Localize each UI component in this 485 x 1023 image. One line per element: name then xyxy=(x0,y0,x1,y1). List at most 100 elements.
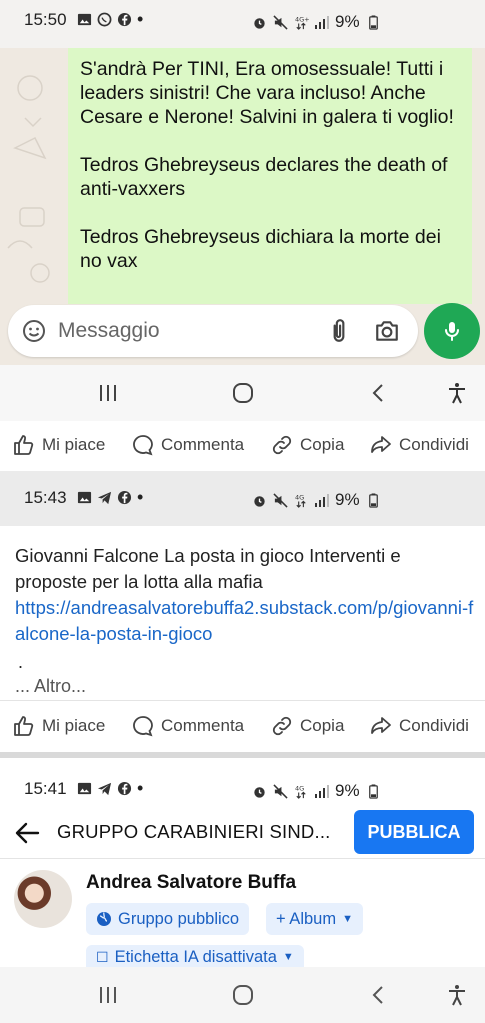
post-link[interactable]: https://andreasalvatorebuffa2.substack.c… xyxy=(15,595,475,647)
facebook-icon xyxy=(117,490,132,505)
label-icon: ☐ xyxy=(96,948,109,965)
status-bar-3: 15:41 • 4G 9% xyxy=(0,758,485,806)
comment-button[interactable]: Commenta xyxy=(131,714,244,738)
battery-icon xyxy=(368,14,378,30)
battery-icon xyxy=(368,492,378,508)
accessibility-icon xyxy=(449,383,465,404)
battery-icon xyxy=(368,783,378,799)
facebook-icon xyxy=(117,12,132,27)
svg-text:4G: 4G xyxy=(295,493,304,501)
divider xyxy=(0,700,485,701)
message-bubble[interactable]: S'andrà Per TINI, Era omosessuale! Tutti… xyxy=(68,48,472,304)
accessibility-button[interactable] xyxy=(445,381,469,405)
home-button[interactable] xyxy=(231,983,255,1007)
battery-level: 9% xyxy=(335,490,360,509)
mute-icon xyxy=(273,783,288,799)
back-button[interactable] xyxy=(367,983,391,1007)
system-icons: 4G+ 9% xyxy=(252,12,381,32)
caret-down-icon: ▼ xyxy=(282,951,294,963)
link-icon xyxy=(272,435,292,455)
gallery-icon xyxy=(77,13,92,26)
comment-button[interactable]: Commenta xyxy=(131,433,244,457)
back-icon xyxy=(372,986,383,1004)
caret-down-icon: ▼ xyxy=(342,913,353,925)
alarm-icon xyxy=(254,495,265,507)
svg-text:4G+: 4G+ xyxy=(295,15,309,23)
avatar xyxy=(14,870,72,928)
voice-message-button[interactable] xyxy=(424,303,480,359)
post-actions-row-2: Mi piace Commenta Copia Condividi xyxy=(0,702,485,752)
signal-icon xyxy=(315,493,329,507)
whatsapp-screen: 15:50 • 4G+ 9% S'andrà Per TINI, Era omo… xyxy=(0,0,485,365)
facebook-icon xyxy=(117,781,132,796)
gallery-icon xyxy=(77,782,92,795)
like-button[interactable]: Mi piace xyxy=(12,433,105,457)
notification-icons: • xyxy=(77,10,143,28)
thumbs-up-icon xyxy=(14,435,34,455)
audience-label: Gruppo pubblico xyxy=(118,909,240,928)
recent-apps-icon xyxy=(100,987,116,1003)
gallery-icon xyxy=(77,491,92,504)
status-time-2: 15:43 xyxy=(24,488,67,507)
album-label: + Album xyxy=(276,909,337,928)
divider xyxy=(0,858,485,859)
message-composer xyxy=(8,305,418,357)
recent-apps-button[interactable] xyxy=(96,381,120,405)
copy-link-button[interactable]: Copia xyxy=(270,714,344,738)
back-button[interactable] xyxy=(367,381,391,405)
author-name: Andrea Salvatore Buffa xyxy=(86,872,297,893)
like-label: Mi piace xyxy=(42,435,106,454)
message-input[interactable] xyxy=(58,315,278,347)
post-actions-row: Mi piace Commenta Copia Condividi xyxy=(0,421,485,471)
post-dot: . xyxy=(18,652,24,672)
share-button[interactable]: Condividi xyxy=(369,433,469,457)
network-4g-icon: 4G xyxy=(295,493,306,508)
back-arrow-icon[interactable] xyxy=(14,820,40,846)
create-post-header: GRUPPO CARABINIERI SIND... PUBBLICA xyxy=(0,806,485,858)
see-more-link[interactable]: ... Altro... xyxy=(15,676,86,697)
battery-level: 9% xyxy=(335,781,360,800)
alarm-icon xyxy=(254,786,265,798)
group-title: GRUPPO CARABINIERI SIND... xyxy=(57,821,331,842)
alarm-icon xyxy=(254,17,265,29)
more-notifications-dot: • xyxy=(137,778,144,798)
system-icons-3: 4G 9% xyxy=(252,781,381,801)
comment-label: Commenta xyxy=(161,716,245,735)
comment-icon xyxy=(133,435,153,456)
home-icon xyxy=(233,985,253,1005)
battery-level: 9% xyxy=(335,12,360,31)
mute-icon xyxy=(273,492,288,508)
share-button[interactable]: Condividi xyxy=(369,714,469,738)
comment-icon xyxy=(133,716,153,737)
ai-label-selector[interactable]: ☐ Etichetta IA disattivata ▼ xyxy=(86,945,304,969)
globe-icon xyxy=(97,912,111,926)
accessibility-icon xyxy=(449,985,465,1006)
status-time-3: 15:41 xyxy=(24,779,67,798)
accessibility-button[interactable] xyxy=(445,983,469,1007)
telegram-icon xyxy=(97,491,112,505)
publish-button[interactable]: PUBBLICA xyxy=(354,810,474,854)
share-icon xyxy=(371,436,391,453)
mute-icon xyxy=(273,14,288,30)
signal-icon xyxy=(315,15,329,29)
home-icon xyxy=(233,383,253,403)
copy-link-button[interactable]: Copia xyxy=(270,433,344,457)
audience-selector[interactable]: Gruppo pubblico xyxy=(86,903,250,935)
share-label: Condividi xyxy=(399,716,469,735)
emoji-icon[interactable] xyxy=(22,319,46,343)
recent-apps-icon xyxy=(100,385,116,401)
system-navigation-bar-2 xyxy=(0,967,485,1023)
post-text: Giovanni Falcone La posta in gioco Inter… xyxy=(15,545,401,592)
attach-icon[interactable] xyxy=(326,318,352,344)
like-button[interactable]: Mi piace xyxy=(12,714,105,738)
link-icon xyxy=(272,716,292,736)
share-icon xyxy=(371,717,391,734)
recent-apps-button[interactable] xyxy=(96,983,120,1007)
camera-icon[interactable] xyxy=(374,318,400,344)
ai-label-text: Etichetta IA disattivata xyxy=(114,947,277,966)
album-selector[interactable]: + Album ▼ xyxy=(266,903,363,935)
home-button[interactable] xyxy=(231,381,255,405)
copy-label: Copia xyxy=(300,716,345,735)
back-icon xyxy=(372,384,383,402)
system-navigation-bar xyxy=(0,365,485,421)
